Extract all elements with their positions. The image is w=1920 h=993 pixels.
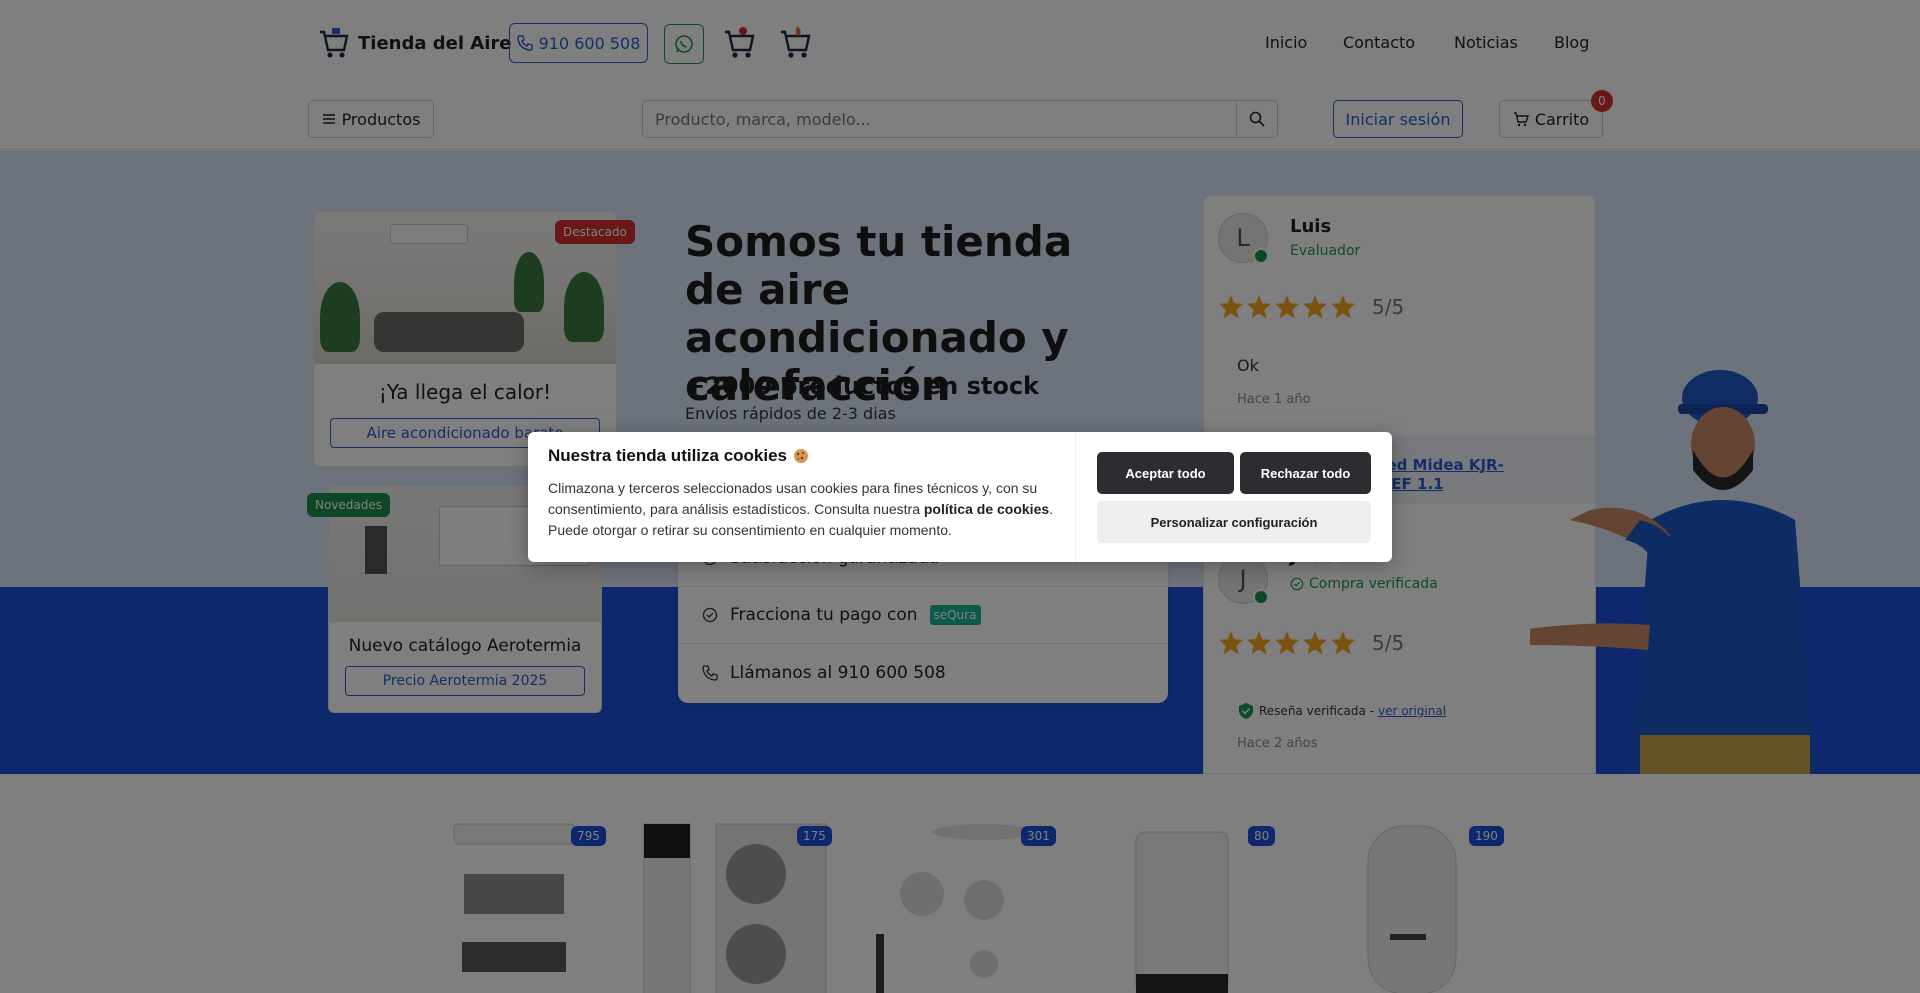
reject-all-button[interactable]: Rechazar todo bbox=[1240, 452, 1371, 494]
cookie-modal-text: Climazona y terceros seleccionados usan … bbox=[548, 480, 1054, 538]
cookie-icon bbox=[794, 449, 809, 463]
customize-settings-button[interactable]: Personalizar configuración bbox=[1097, 501, 1371, 543]
cookie-policy-link[interactable]: política de cookies bbox=[924, 501, 1049, 517]
cookie-consent-modal: Nuestra tienda utiliza cookies Climazona… bbox=[528, 432, 1392, 562]
cookie-modal-title: Nuestra tienda utiliza cookies bbox=[548, 446, 1058, 466]
accept-all-button[interactable]: Aceptar todo bbox=[1097, 452, 1234, 494]
